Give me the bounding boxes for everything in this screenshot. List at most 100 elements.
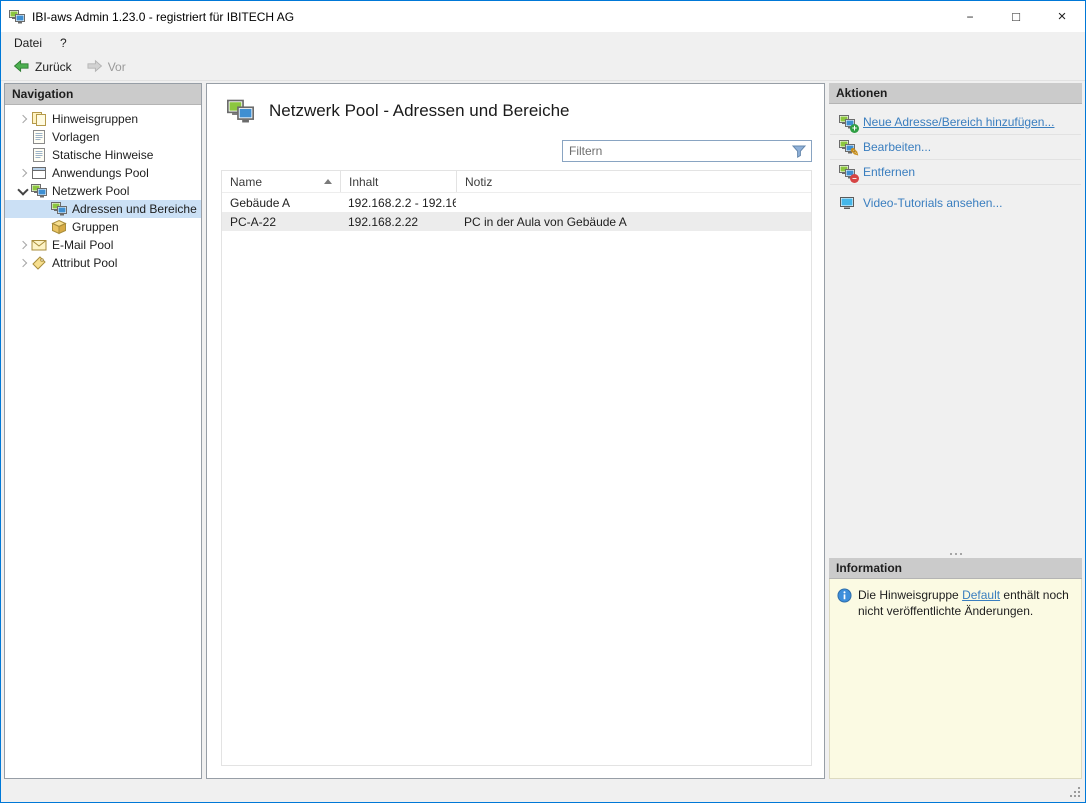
filter-box — [562, 140, 812, 162]
network-edit-icon — [839, 139, 855, 155]
network-computers-icon — [51, 201, 67, 217]
forward-button-label: Vor — [108, 60, 126, 74]
close-button[interactable]: × — [1039, 1, 1085, 32]
page-title: Netzwerk Pool - Adressen und Bereiche — [269, 101, 570, 121]
maximize-icon: □ — [1012, 9, 1020, 24]
navigation-tree: Hinweisgruppen Vorlagen Statische Hinwei… — [5, 105, 201, 272]
panel-splitter[interactable] — [829, 549, 1082, 558]
nav-item-vorlagen[interactable]: Vorlagen — [5, 128, 201, 146]
cell-name: PC-A-22 — [222, 212, 340, 231]
status-bar — [2, 779, 1084, 801]
table-row[interactable]: Gebäude A 192.168.2.2 - 192.16... — [222, 193, 811, 212]
information-text: Die Hinweisgruppe Default enthält noch n… — [858, 587, 1074, 619]
nav-item-label: Gruppen — [72, 220, 119, 234]
tag-icon — [31, 255, 47, 271]
action-label: Video-Tutorials ansehen... — [863, 196, 1002, 210]
nav-item-label: Anwendungs Pool — [52, 166, 149, 180]
main-header: Netzwerk Pool - Adressen und Bereiche — [207, 84, 824, 138]
action-label: Entfernen — [863, 165, 915, 179]
action-label: Bearbeiten... — [863, 140, 931, 154]
network-pool-icon — [227, 98, 254, 125]
action-add-address[interactable]: Neue Adresse/Bereich hinzufügen... — [830, 110, 1081, 135]
package-icon — [51, 219, 67, 235]
column-header-name[interactable]: Name — [222, 171, 340, 192]
app-icon — [9, 9, 25, 25]
information-body: Die Hinweisgruppe Default enthält noch n… — [829, 579, 1082, 779]
chevron-right-icon[interactable] — [15, 165, 31, 181]
nav-item-hinweisgruppen[interactable]: Hinweisgruppen — [5, 110, 201, 128]
filter-input[interactable] — [563, 141, 791, 161]
table-header-row: Name Inhalt Notiz — [222, 171, 811, 193]
minimize-icon: − — [966, 10, 973, 24]
nav-item-adressen-und-bereiche[interactable]: Adressen und Bereiche — [5, 200, 201, 218]
back-arrow-icon — [13, 59, 30, 76]
content-area: Navigation Hinweisgruppen Vorlagen Stati… — [2, 81, 1084, 779]
filter-row — [221, 140, 812, 166]
forward-arrow-icon — [86, 59, 103, 76]
chevron-down-icon[interactable] — [15, 183, 31, 199]
navigation-header: Navigation — [5, 84, 201, 105]
resize-grip-icon[interactable] — [1078, 795, 1080, 797]
nav-item-gruppen[interactable]: Gruppen — [5, 218, 201, 236]
cell-notiz — [456, 193, 811, 212]
nav-item-label: Statische Hinweise — [52, 148, 153, 162]
network-add-icon — [839, 114, 855, 130]
back-button[interactable]: Zurück — [6, 56, 79, 79]
cell-notiz: PC in der Aula von Gebäude A — [456, 212, 811, 231]
window-title: IBI-aws Admin 1.23.0 - registriert für I… — [32, 10, 294, 24]
nav-item-attribut-pool[interactable]: Attribut Pool — [5, 254, 201, 272]
main-panel: Netzwerk Pool - Adressen und Bereiche Na… — [206, 83, 825, 779]
information-text-before: Die Hinweisgruppe — [858, 588, 962, 602]
nav-item-label: Hinweisgruppen — [52, 112, 138, 126]
title-bar[interactable]: IBI-aws Admin 1.23.0 - registriert für I… — [1, 1, 1085, 32]
pencil-badge-icon — [850, 149, 859, 158]
chevron-right-icon[interactable] — [15, 237, 31, 253]
column-header-notiz[interactable]: Notiz — [456, 171, 811, 192]
menu-help[interactable]: ? — [51, 33, 76, 53]
nav-item-email-pool[interactable]: E-Mail Pool — [5, 236, 201, 254]
filter-funnel-icon[interactable] — [791, 143, 807, 159]
menu-datei[interactable]: Datei — [5, 33, 51, 53]
minimize-button[interactable]: − — [947, 1, 993, 32]
column-header-label: Name — [230, 175, 262, 189]
network-computers-icon — [31, 183, 47, 199]
window-controls: − □ × — [947, 1, 1085, 32]
chevron-spacer — [15, 147, 31, 163]
column-header-label: Notiz — [465, 175, 492, 189]
table-row[interactable]: PC-A-22 192.168.2.22 PC in der Aula von … — [222, 212, 811, 231]
action-edit[interactable]: Bearbeiten... — [830, 135, 1081, 160]
envelope-icon — [31, 237, 47, 253]
actions-header: Aktionen — [829, 83, 1082, 104]
nav-item-label: Netzwerk Pool — [52, 184, 129, 198]
navigation-panel: Navigation Hinweisgruppen Vorlagen Stati… — [4, 83, 202, 779]
column-header-inhalt[interactable]: Inhalt — [340, 171, 456, 192]
cell-inhalt: 192.168.2.22 — [340, 212, 456, 231]
nav-item-label: Adressen und Bereiche — [72, 202, 197, 216]
action-remove[interactable]: Entfernen — [830, 160, 1081, 185]
info-icon — [837, 588, 852, 603]
maximize-button[interactable]: □ — [993, 1, 1039, 32]
forward-button[interactable]: Vor — [79, 56, 133, 79]
column-header-label: Inhalt — [349, 175, 378, 189]
nav-item-label: Vorlagen — [52, 130, 99, 144]
nav-item-anwendungs-pool[interactable]: Anwendungs Pool — [5, 164, 201, 182]
close-icon: × — [1058, 8, 1067, 25]
notes-group-icon — [31, 111, 47, 127]
default-group-link[interactable]: Default — [962, 588, 1000, 602]
app-window: IBI-aws Admin 1.23.0 - registriert für I… — [0, 0, 1086, 803]
nav-item-netzwerk-pool[interactable]: Netzwerk Pool — [5, 182, 201, 200]
chevron-right-icon[interactable] — [15, 255, 31, 271]
actions-list: Neue Adresse/Bereich hinzufügen... Bearb… — [829, 104, 1082, 549]
action-video-tutorials[interactable]: Video-Tutorials ansehen... — [830, 190, 1081, 215]
network-remove-icon — [839, 164, 855, 180]
template-icon — [31, 129, 47, 145]
action-label: Neue Adresse/Bereich hinzufügen... — [863, 115, 1054, 129]
nav-item-statische-hinweise[interactable]: Statische Hinweise — [5, 146, 201, 164]
chevron-right-icon[interactable] — [15, 111, 31, 127]
menu-bar: Datei ? — [1, 32, 1085, 54]
right-panel: Aktionen Neue Adresse/Bereich hinzufügen… — [829, 83, 1082, 779]
tv-icon — [839, 195, 855, 211]
splitter-dots-icon — [955, 553, 957, 555]
cell-inhalt: 192.168.2.2 - 192.16... — [340, 193, 456, 212]
toolbar: Zurück Vor — [1, 54, 1085, 81]
